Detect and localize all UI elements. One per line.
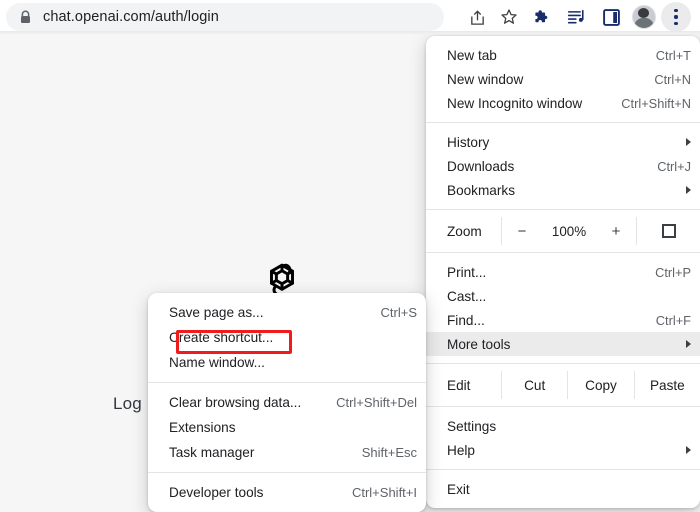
zoom-in-button[interactable]: + <box>596 223 636 240</box>
menu-item-new-incognito-window[interactable]: New Incognito window Ctrl+Shift+N <box>426 91 700 115</box>
menu-item-label: Print... <box>447 264 487 280</box>
fullscreen-icon <box>661 224 676 238</box>
menu-item-more-tools[interactable]: More tools <box>426 332 700 356</box>
menu-item-new-window[interactable]: New window Ctrl+N <box>426 67 700 91</box>
menu-item-label: Exit <box>447 481 470 497</box>
puzzle-piece-icon[interactable] <box>527 2 557 32</box>
share-icon[interactable] <box>462 2 492 32</box>
menu-item-accelerator: Ctrl+T <box>655 47 691 63</box>
submenu-item-create-shortcut[interactable]: Create shortcut... <box>148 325 426 350</box>
menu-item-history[interactable]: History <box>426 130 700 154</box>
submenu-item-developer-tools[interactable]: Developer tools Ctrl+Shift+I <box>148 480 426 505</box>
menu-separator <box>426 469 700 470</box>
submenu-item-name-window[interactable]: Name window... <box>148 350 426 375</box>
submenu-item-accelerator: Shift+Esc <box>361 445 417 460</box>
star-icon[interactable] <box>494 2 524 32</box>
menu-separator <box>426 122 700 123</box>
submenu-item-label: Task manager <box>169 445 255 460</box>
address-bar[interactable]: chat.openai.com/auth/login <box>6 3 444 31</box>
menu-item-accelerator: Ctrl+F <box>655 312 691 328</box>
menu-item-label: Downloads <box>447 158 515 174</box>
menu-item-label: Find... <box>447 312 485 328</box>
three-dot-menu-icon[interactable] <box>661 2 691 32</box>
zoom-out-button[interactable]: − <box>502 223 542 240</box>
submenu-item-accelerator: Ctrl+Shift+Del <box>336 395 417 410</box>
zoom-level-value: 100% <box>551 223 587 239</box>
lock-icon[interactable] <box>19 10 32 24</box>
side-panel-icon[interactable] <box>596 2 626 32</box>
more-tools-submenu: Save page as... Ctrl+S Create shortcut..… <box>148 293 426 512</box>
menu-item-exit[interactable]: Exit <box>426 477 700 501</box>
menu-item-settings[interactable]: Settings <box>426 414 700 438</box>
menu-item-label: More tools <box>447 336 511 352</box>
cut-button[interactable]: Cut <box>502 378 567 393</box>
submenu-item-label: Name window... <box>169 355 265 370</box>
url-text: chat.openai.com/auth/login <box>43 9 219 25</box>
menu-item-cast[interactable]: Cast... <box>426 284 700 308</box>
chevron-right-icon <box>686 340 691 348</box>
menu-separator <box>148 472 426 473</box>
menu-item-accelerator: Ctrl+J <box>657 158 691 174</box>
zoom-row: Zoom − 100% + <box>426 217 700 245</box>
menu-item-label: Settings <box>447 418 497 434</box>
submenu-item-clear-browsing-data[interactable]: Clear browsing data... Ctrl+Shift+Del <box>148 390 426 415</box>
submenu-item-label: Create shortcut... <box>169 330 274 345</box>
menu-item-help[interactable]: Help <box>426 438 700 462</box>
reading-list-icon[interactable] <box>561 2 591 32</box>
browser-toolbar: chat.openai.com/auth/login <box>0 0 700 34</box>
menu-item-new-tab[interactable]: New tab Ctrl+T <box>426 43 700 67</box>
three-dot-glyph <box>674 8 678 26</box>
submenu-item-extensions[interactable]: Extensions <box>148 415 426 440</box>
chevron-right-icon <box>686 186 691 194</box>
submenu-item-accelerator: Ctrl+Shift+I <box>351 485 417 500</box>
menu-item-accelerator: Ctrl+N <box>654 71 691 87</box>
page-title: Log <box>113 394 142 413</box>
menu-separator <box>426 406 700 407</box>
menu-item-accelerator: Ctrl+P <box>655 264 691 280</box>
menu-item-print[interactable]: Print... Ctrl+P <box>426 260 700 284</box>
avatar-image <box>632 5 656 29</box>
menu-item-find[interactable]: Find... Ctrl+F <box>426 308 700 332</box>
edit-label: Edit <box>447 377 471 393</box>
submenu-item-accelerator: Ctrl+S <box>380 305 417 320</box>
submenu-item-save-page-as[interactable]: Save page as... Ctrl+S <box>148 300 426 325</box>
menu-item-label: New window <box>447 71 524 87</box>
chevron-right-icon <box>686 446 691 454</box>
menu-item-label: History <box>447 134 490 150</box>
menu-item-label: New Incognito window <box>447 95 583 111</box>
avatar[interactable] <box>629 2 659 32</box>
menu-item-label: New tab <box>447 47 497 63</box>
menu-separator <box>426 252 700 253</box>
paste-button[interactable]: Paste <box>635 378 700 393</box>
submenu-item-label: Save page as... <box>169 305 264 320</box>
menu-separator <box>426 363 700 364</box>
menu-item-bookmarks[interactable]: Bookmarks <box>426 178 700 202</box>
menu-separator <box>426 209 700 210</box>
submenu-item-task-manager[interactable]: Task manager Shift+Esc <box>148 440 426 465</box>
submenu-item-label: Clear browsing data... <box>169 395 302 410</box>
chevron-right-icon <box>686 138 691 146</box>
submenu-item-label: Extensions <box>169 420 236 435</box>
menu-separator <box>148 382 426 383</box>
chrome-main-menu: New tab Ctrl+T New window Ctrl+N New Inc… <box>426 36 700 508</box>
menu-item-label: Cast... <box>447 288 487 304</box>
edit-row: Edit Cut Copy Paste <box>426 371 700 399</box>
menu-item-label: Bookmarks <box>447 182 515 198</box>
menu-item-label: Help <box>447 442 475 458</box>
zoom-label: Zoom <box>447 223 482 239</box>
copy-button[interactable]: Copy <box>568 378 633 393</box>
fullscreen-button[interactable] <box>637 224 700 238</box>
menu-item-downloads[interactable]: Downloads Ctrl+J <box>426 154 700 178</box>
menu-item-accelerator: Ctrl+Shift+N <box>621 95 691 111</box>
submenu-item-label: Developer tools <box>169 485 264 500</box>
